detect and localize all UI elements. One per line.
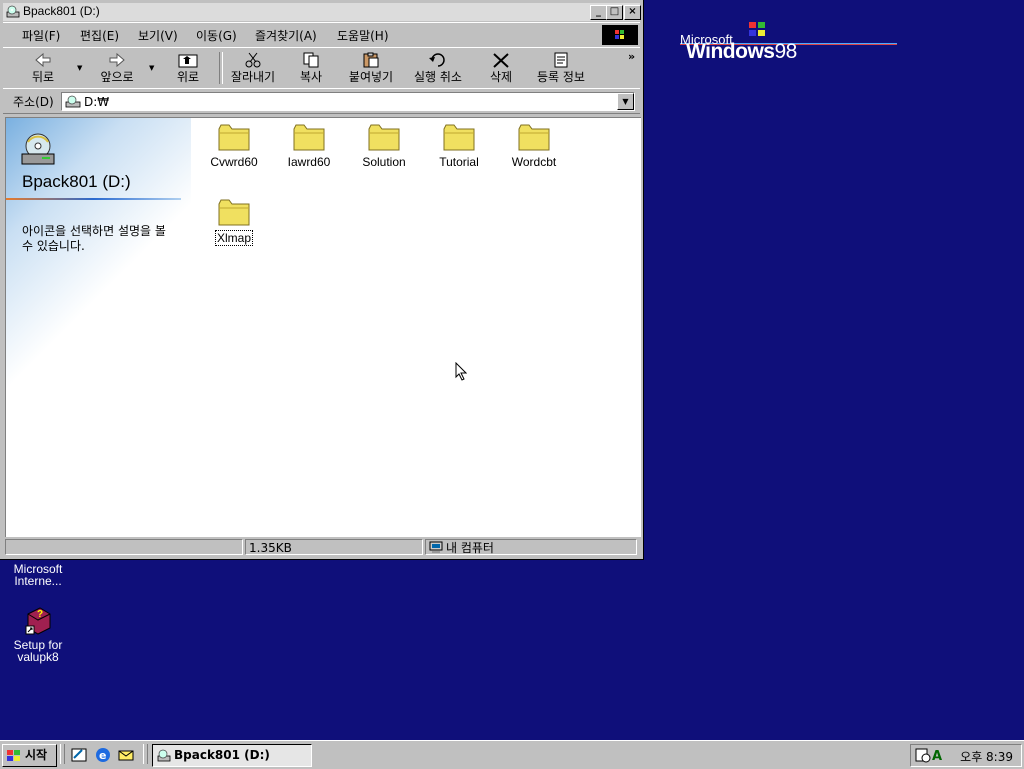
status-size: 1.35KB — [245, 539, 423, 555]
undo-icon — [429, 53, 445, 67]
standard-toolbar: 뒤로 ▼ 앞으로 ▼ 위로 잘라내기 복사 붙여넣기 실행 취소 삭제 등록 정… — [3, 47, 640, 89]
my-computer-icon — [429, 541, 443, 553]
taskbar-button-explorer[interactable]: Bpack801 (D:) — [152, 744, 312, 767]
internet-explorer-icon[interactable]: e — [94, 746, 112, 764]
show-desktop-icon[interactable] — [70, 746, 88, 764]
back-button[interactable]: 뒤로 — [17, 50, 69, 86]
cd-drive-large-icon — [21, 133, 55, 165]
up-button[interactable]: 위로 — [163, 50, 213, 86]
setup-book-icon: ? — [25, 607, 51, 635]
windows-flag-icon — [749, 22, 765, 36]
windows-flag-icon — [7, 750, 20, 761]
folder-icon — [218, 199, 250, 226]
explorer-window: Bpack801 (D:) _ □ × 파일(F) 편집(E) 보기(V) 이동… — [0, 0, 644, 560]
windows-flag-icon — [615, 30, 624, 39]
address-dropdown-icon[interactable]: ▼ — [617, 93, 634, 110]
forward-dropdown-icon[interactable]: ▼ — [149, 64, 154, 72]
taskbar: 시작 e Bpack801 (D:) A 오후 8:39 — [0, 740, 1024, 769]
status-zone: 내 컴퓨터 — [425, 539, 637, 555]
windows98-logo: Microsoft Windows98 — [680, 22, 1020, 72]
menu-view[interactable]: 보기(V) — [138, 27, 178, 44]
minimize-button[interactable]: _ — [590, 5, 607, 20]
address-input[interactable]: D:₩ ▼ — [61, 92, 635, 111]
start-button[interactable]: 시작 — [2, 744, 57, 767]
folder-icon — [218, 124, 250, 151]
properties-button[interactable]: 등록 정보 — [531, 50, 591, 86]
folder-item[interactable]: Tutorial — [424, 123, 494, 169]
address-bar: 주소(D) D:₩ ▼ — [3, 88, 640, 114]
folder-up-icon — [178, 54, 198, 68]
ime-language-icon[interactable]: A — [931, 747, 947, 763]
svg-text:?: ? — [37, 609, 43, 620]
menu-favorites[interactable]: 즐겨찾기(A) — [255, 27, 317, 44]
svg-text:A: A — [932, 749, 942, 763]
clipboard-icon — [363, 52, 379, 68]
mouse-cursor-icon — [455, 362, 467, 381]
delete-button[interactable]: 삭제 — [479, 50, 523, 86]
cd-drive-icon — [157, 749, 171, 762]
selection-hint: 아이콘을 선택하면 설명을 볼 수 있습니다. — [22, 224, 166, 253]
webview-info-pane: Bpack801 (D:) 아이콘을 선택하면 설명을 볼 수 있습니다. — [6, 118, 191, 537]
menu-edit[interactable]: 편집(E) — [80, 27, 119, 44]
desktop-icon-internet-explorer[interactable]: Microsoft Interne... — [0, 563, 76, 587]
menu-help[interactable]: 도움말(H) — [337, 27, 389, 44]
title-rule — [6, 198, 181, 200]
scissors-icon — [245, 52, 261, 68]
taskbar-divider — [60, 744, 65, 764]
toolbar-separator — [219, 52, 223, 84]
status-bar: 1.35KB 내 컴퓨터 — [3, 538, 640, 557]
svg-text:e: e — [99, 749, 106, 762]
toolbar-overflow-chevron[interactable]: » — [628, 50, 635, 63]
title-bar[interactable]: Bpack801 (D:) _ □ × — [3, 3, 641, 21]
folder-icon — [293, 124, 325, 151]
window-title: Bpack801 (D:) — [23, 4, 100, 18]
forward-arrow-icon — [109, 52, 125, 68]
cd-drive-icon — [6, 5, 20, 18]
close-button[interactable]: × — [624, 5, 641, 20]
folder-item[interactable]: Cvwrd60 — [199, 123, 269, 169]
address-label: 주소(D) — [13, 95, 54, 109]
scheduler-icon[interactable] — [915, 747, 931, 763]
outlook-express-icon[interactable] — [117, 746, 135, 764]
menu-go[interactable]: 이동(G) — [196, 27, 237, 44]
status-object-count — [5, 539, 243, 555]
maximize-button[interactable]: □ — [606, 5, 623, 20]
folder-view: Bpack801 (D:) 아이콘을 선택하면 설명을 볼 수 있습니다. Cv… — [5, 117, 641, 537]
folder-item[interactable]: Xlmap — [199, 198, 269, 246]
copy-icon — [303, 52, 319, 68]
forward-button[interactable]: 앞으로 — [91, 50, 143, 86]
taskbar-divider — [143, 744, 148, 764]
clock[interactable]: 오후 8:39 — [960, 748, 1013, 765]
menu-file[interactable]: 파일(F) — [22, 27, 60, 44]
logo-windows: Windows98 — [686, 40, 797, 63]
properties-icon — [554, 52, 568, 68]
undo-button[interactable]: 실행 취소 — [407, 50, 469, 86]
copy-button[interactable]: 복사 — [289, 50, 333, 86]
paste-button[interactable]: 붙여넣기 — [343, 50, 399, 86]
cd-drive-icon — [65, 95, 81, 108]
folder-icon — [368, 124, 400, 151]
system-tray: A 오후 8:39 — [910, 744, 1022, 767]
folder-icon — [518, 124, 550, 151]
menu-bar: 파일(F) 편집(E) 보기(V) 이동(G) 즐겨찾기(A) 도움말(H) — [3, 22, 640, 48]
delete-x-icon — [493, 53, 509, 68]
drive-title: Bpack801 (D:) — [22, 172, 131, 191]
folder-item[interactable]: Iawrd60 — [274, 123, 344, 169]
ie-throbber — [602, 25, 638, 45]
address-value: D:₩ — [84, 95, 110, 109]
back-arrow-icon — [35, 52, 51, 68]
back-dropdown-icon[interactable]: ▼ — [77, 64, 82, 72]
desktop-icon-setup-valupk8[interactable]: ? Setup for valupk8 — [0, 604, 76, 663]
folder-icon — [443, 124, 475, 151]
cut-button[interactable]: 잘라내기 — [225, 50, 281, 86]
folder-item[interactable]: Wordcbt — [499, 123, 569, 169]
folder-item[interactable]: Solution — [349, 123, 419, 169]
